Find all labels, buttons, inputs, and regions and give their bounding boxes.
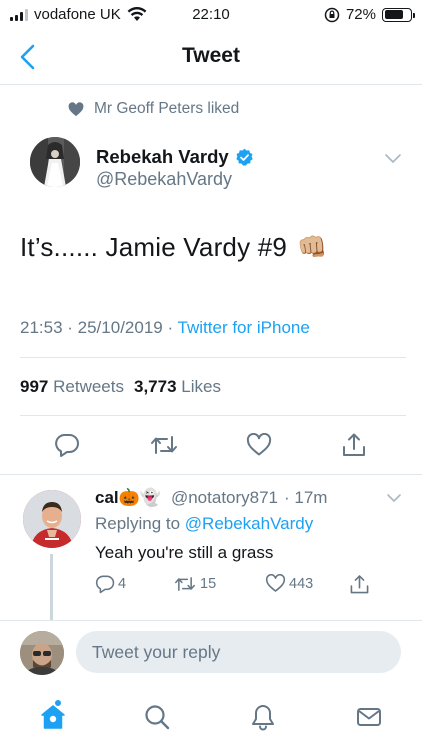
retweet-button[interactable] [147, 428, 181, 462]
reply-avatar-image [23, 490, 81, 548]
tab-search[interactable] [142, 702, 172, 732]
battery-icon [382, 7, 415, 22]
divider [20, 415, 406, 416]
page-title: Tweet [182, 44, 240, 67]
tweet-stats: 997 Retweets 3,773 Likes [20, 377, 221, 397]
heart-icon [265, 574, 286, 592]
retweet-icon [151, 436, 177, 454]
tweet-header: Rebekah Vardy @RebekahVardy [20, 137, 406, 193]
tweet-menu-button[interactable] [384, 151, 402, 169]
orientation-lock-icon [324, 7, 340, 22]
share-icon [350, 575, 369, 594]
tab-messages[interactable] [354, 702, 384, 732]
reply-share-button[interactable] [349, 574, 370, 595]
reply-retweet-button[interactable]: 15 [173, 574, 216, 594]
share-icon [343, 433, 365, 456]
reply-actions: 4 15 443 [95, 574, 385, 598]
tweet-text: It’s...... Jamie Vardy #9 [20, 232, 288, 262]
current-user-avatar[interactable] [20, 631, 64, 675]
thread-line [50, 554, 53, 620]
home-icon [41, 705, 65, 729]
chevron-down-icon [387, 494, 401, 502]
reply-like-button[interactable]: 443 [265, 574, 313, 593]
chevron-down-icon [385, 154, 401, 163]
retweets-count: 997 [20, 377, 49, 396]
reply-icon [55, 434, 79, 457]
reply-header: cal🎃👻 @notatory871 · 17m [95, 488, 327, 508]
reply-reply-button[interactable]: 4 [95, 574, 126, 594]
share-button[interactable] [337, 428, 371, 462]
reply-time: · 17m [284, 488, 328, 507]
tweet-timestamp: 21:53 · 25/10/2019 · [20, 318, 178, 337]
retweets-label: Retweets [53, 377, 124, 396]
author-avatar-image [30, 137, 80, 187]
divider [20, 357, 406, 358]
tab-bar [0, 692, 422, 750]
tweet-body: It’s...... Jamie Vardy #9 👊🏼 [20, 232, 327, 263]
reply-button[interactable] [50, 428, 84, 462]
verified-badge-icon [235, 148, 253, 166]
tab-home[interactable] [38, 702, 68, 732]
social-context: Mr Geoff Peters liked [68, 100, 239, 118]
retweet-icon [175, 577, 195, 591]
likes-stat[interactable]: 3,773 Likes [134, 377, 221, 397]
author-avatar[interactable] [30, 137, 80, 187]
reply-like-count: 443 [289, 575, 314, 592]
reply-menu-button[interactable] [386, 490, 402, 508]
tweet-source-link[interactable]: Twitter for iPhone [178, 318, 310, 337]
author-name[interactable]: Rebekah Vardy [96, 146, 254, 168]
like-button[interactable] [242, 428, 276, 462]
tweet-emoji: 👊🏼 [297, 234, 328, 261]
messages-icon [357, 708, 381, 726]
replying-to-link[interactable]: @RebekahVardy [185, 514, 313, 533]
social-context-text: Mr Geoff Peters liked [94, 100, 240, 117]
heart-filled-icon [68, 101, 84, 116]
notifications-icon [252, 705, 274, 731]
likes-count: 3,773 [133, 377, 177, 396]
replying-to-prefix: Replying to [95, 514, 185, 533]
author-name-text: Rebekah Vardy [96, 146, 229, 167]
reply-avatar[interactable] [23, 490, 81, 548]
retweets-stat[interactable]: 997 Retweets [20, 377, 124, 397]
reply-tweet[interactable]: cal🎃👻 @notatory871 · 17m Replying to @Re… [0, 474, 422, 620]
reply-reply-count: 4 [118, 576, 127, 592]
reply-icon [95, 575, 115, 594]
tab-notifications[interactable] [248, 702, 278, 732]
likes-label: Likes [181, 377, 221, 396]
author-handle[interactable]: @RebekahVardy [96, 169, 232, 190]
reply-author-handle[interactable]: @notatory871 [171, 488, 278, 508]
tweet-meta: 21:53 · 25/10/2019 · Twitter for iPhone [20, 318, 310, 338]
search-icon [145, 705, 170, 730]
reply-input[interactable] [76, 631, 401, 673]
battery-fill [384, 10, 403, 19]
tweet-actions [0, 428, 422, 464]
reply-retweet-count: 15 [200, 576, 217, 592]
status-right: 72% [324, 6, 415, 23]
reply-author-name[interactable]: cal🎃👻 [95, 488, 161, 508]
current-user-avatar-image [20, 631, 64, 675]
battery-percent: 72% [345, 6, 376, 23]
reply-text: Yeah you're still a grass [95, 543, 274, 562]
status-bar: vodafone UK 22:10 72% [0, 0, 422, 30]
nav-header: Tweet [0, 30, 422, 85]
reply-composer [0, 621, 422, 685]
replying-to: Replying to @RebekahVardy [95, 514, 313, 534]
heart-icon [246, 433, 272, 456]
